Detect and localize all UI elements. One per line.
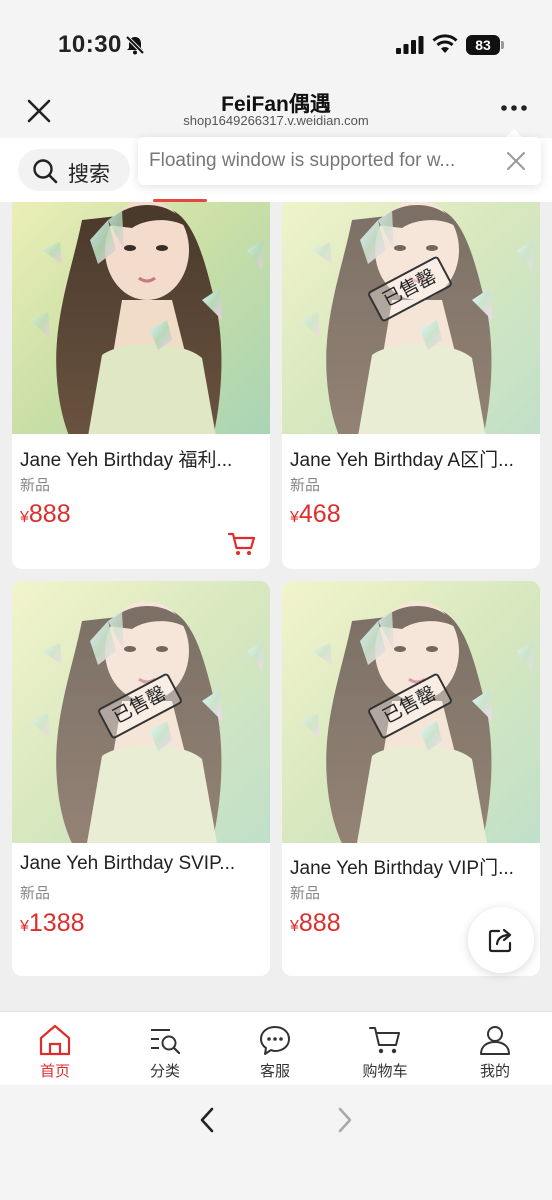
product-image: 已售罄 xyxy=(282,202,540,434)
product-card[interactable]: 已售罄 Jane Yeh Birthday SVIP... 新品 ¥1388 xyxy=(12,581,270,976)
battery-tip xyxy=(501,41,504,49)
product-price: ¥1388 xyxy=(20,909,85,938)
close-icon[interactable] xyxy=(504,149,528,173)
close-icon[interactable] xyxy=(22,94,56,128)
tab-label: 购物车 xyxy=(362,1063,408,1080)
category-icon xyxy=(151,1029,181,1055)
product-image: 已售罄 xyxy=(12,581,270,843)
product-price: ¥468 xyxy=(290,500,341,529)
product-tag: 新品 xyxy=(20,477,51,494)
back-icon[interactable] xyxy=(194,1105,220,1135)
tab-category[interactable]: 分类 xyxy=(110,1012,220,1086)
currency-symbol: ¥ xyxy=(20,509,29,526)
home-icon xyxy=(39,1024,71,1056)
user-icon xyxy=(480,1026,510,1055)
status-bar: 10:30 83 xyxy=(0,0,552,88)
status-time: 10:30 xyxy=(58,31,122,58)
search-button[interactable]: 搜索 xyxy=(18,149,130,191)
add-to-cart-icon[interactable] xyxy=(228,531,256,557)
product-tag: 新品 xyxy=(290,477,321,494)
product-price: ¥888 xyxy=(20,500,71,529)
battery-level: 83 xyxy=(466,35,500,55)
sold-out-stamp: 已售罄 xyxy=(366,255,454,323)
share-button[interactable] xyxy=(468,907,534,973)
product-image: 已售罄 xyxy=(282,581,540,843)
product-photo xyxy=(12,202,270,434)
product-title: Jane Yeh Birthday VIP门... xyxy=(290,858,514,879)
price-amount: 468 xyxy=(298,500,341,528)
price-amount: 1388 xyxy=(28,909,85,937)
product-photo xyxy=(282,202,540,434)
battery-icon: 83 xyxy=(466,35,504,55)
product-image xyxy=(12,202,270,434)
sold-out-stamp: 已售罄 xyxy=(96,672,184,740)
product-title: Jane Yeh Birthday A区门... xyxy=(290,450,514,471)
bell-muted-icon xyxy=(125,35,145,55)
floating-window-tip: Floating window is supported for w... xyxy=(138,137,541,185)
tab-label: 我的 xyxy=(479,1063,510,1080)
currency-symbol: ¥ xyxy=(20,918,29,935)
home-indicator xyxy=(184,1181,368,1187)
tab-home[interactable]: 首页 xyxy=(0,1012,110,1086)
tab-profile[interactable]: 我的 xyxy=(440,1012,550,1086)
product-card[interactable]: Jane Yeh Birthday 福利... 新品 ¥888 xyxy=(12,202,270,569)
search-icon xyxy=(33,159,58,184)
tab-label: 首页 xyxy=(39,1063,70,1080)
search-label: 搜索 xyxy=(68,163,110,186)
price-amount: 888 xyxy=(28,500,71,528)
share-icon xyxy=(488,928,512,953)
tab-bar: 首页 分类 客服 购物车 我的 xyxy=(0,1011,552,1085)
product-tag: 新品 xyxy=(20,885,51,902)
product-title: Jane Yeh Birthday SVIP... xyxy=(20,853,236,874)
floating-tip-text: Floating window is supported for w... xyxy=(149,150,456,171)
price-amount: 888 xyxy=(298,909,341,937)
product-price: ¥888 xyxy=(290,909,341,938)
cart-icon xyxy=(369,1027,400,1054)
tab-label: 客服 xyxy=(259,1063,290,1080)
currency-symbol: ¥ xyxy=(290,509,299,526)
screen: 10:30 83 FeiFan偶遇 shop1649266317.v.weidi… xyxy=(0,0,552,1200)
tab-label: 分类 xyxy=(149,1063,180,1080)
signal-icon xyxy=(396,36,424,54)
page-url: shop1649266317.v.weidian.com xyxy=(183,113,369,128)
sold-out-stamp: 已售罄 xyxy=(366,672,454,740)
forward-icon[interactable] xyxy=(332,1105,358,1135)
browser-toolbar xyxy=(0,1085,552,1200)
product-grid: Jane Yeh Birthday 福利... 新品 ¥888 已售罄 Jane… xyxy=(0,202,552,1010)
product-tag: 新品 xyxy=(290,885,321,902)
chat-icon xyxy=(260,1026,290,1055)
nav-bar: FeiFan偶遇 shop1649266317.v.weidian.com xyxy=(0,88,552,138)
more-icon[interactable] xyxy=(496,96,532,120)
product-title: Jane Yeh Birthday 福利... xyxy=(20,450,233,471)
tab-cart[interactable]: 购物车 xyxy=(330,1012,440,1086)
currency-symbol: ¥ xyxy=(290,918,299,935)
wifi-icon xyxy=(432,34,458,53)
product-card[interactable]: 已售罄 Jane Yeh Birthday A区门... 新品 ¥468 xyxy=(282,202,540,569)
tab-service[interactable]: 客服 xyxy=(220,1012,330,1086)
